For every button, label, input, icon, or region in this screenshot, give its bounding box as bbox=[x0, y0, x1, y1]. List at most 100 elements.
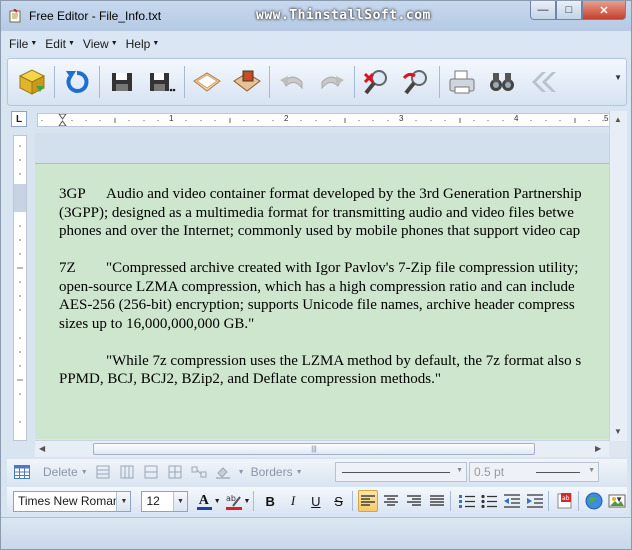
back-button[interactable] bbox=[522, 62, 562, 102]
printer-icon bbox=[449, 70, 475, 94]
align-left-icon bbox=[361, 495, 376, 506]
minimize-button[interactable]: — bbox=[530, 1, 556, 20]
vertical-scrollbar[interactable]: ▲ ▼ bbox=[609, 111, 627, 441]
scroll-up-icon[interactable]: ▲ bbox=[614, 115, 622, 124]
text-line: sizes up to 16,000,000,000 GB." bbox=[59, 315, 255, 332]
insert-row-icon[interactable] bbox=[94, 464, 112, 480]
menu-view-label: View bbox=[82, 36, 109, 51]
table-icon[interactable] bbox=[13, 464, 31, 480]
chevron-down-icon[interactable]: ▼ bbox=[116, 491, 131, 511]
bullet-list-button[interactable] bbox=[480, 490, 500, 512]
align-center-button[interactable] bbox=[381, 490, 401, 512]
double-chevron-left-icon bbox=[532, 72, 556, 92]
redo-button[interactable] bbox=[312, 62, 352, 102]
paragraph-7z: 7Z "Compressed archive created with Igor … bbox=[59, 259, 609, 333]
app-icon[interactable] bbox=[7, 8, 23, 24]
format-code: 7Z bbox=[59, 260, 76, 276]
cell-align-icon[interactable] bbox=[190, 464, 208, 480]
numbered-list-icon bbox=[458, 495, 475, 508]
toolbar-overflow-icon[interactable]: ▼ bbox=[614, 73, 622, 82]
undo-button[interactable] bbox=[272, 62, 312, 102]
borders-button[interactable]: ▼ Borders ▼ bbox=[238, 465, 303, 479]
find-button[interactable] bbox=[357, 62, 397, 102]
underline-button[interactable]: U bbox=[306, 490, 326, 512]
document-area[interactable]: 3GP Audio and video container format deve… bbox=[35, 133, 609, 439]
maximize-button[interactable]: □ bbox=[556, 1, 582, 20]
align-right-button[interactable] bbox=[404, 490, 424, 512]
toolbar-separator bbox=[354, 66, 355, 98]
delete-table-button[interactable]: Delete ▼ bbox=[43, 465, 88, 479]
format-code: 3GP bbox=[59, 186, 86, 202]
font-family-select[interactable]: Times New Roman ▼ bbox=[13, 490, 132, 512]
line-text: Audio and video container format develop… bbox=[106, 186, 582, 202]
find-next-button[interactable] bbox=[482, 62, 522, 102]
scroll-right-icon[interactable]: ▶ bbox=[595, 444, 601, 453]
justify-button[interactable] bbox=[427, 490, 447, 512]
scroll-down-icon[interactable]: ▼ bbox=[614, 427, 622, 436]
refresh-button[interactable] bbox=[57, 62, 97, 102]
open-file-button[interactable] bbox=[227, 62, 267, 102]
italic-icon: I bbox=[290, 493, 296, 508]
increase-indent-button[interactable] bbox=[525, 490, 545, 512]
highlight-button[interactable]: ab bbox=[224, 490, 244, 512]
tab-stop-selector[interactable]: L bbox=[11, 111, 27, 127]
print-button[interactable] bbox=[442, 62, 482, 102]
horizontal-scroll-thumb[interactable]: ||| bbox=[93, 443, 535, 455]
font-color-button[interactable]: A bbox=[194, 490, 214, 512]
toolbar-overflow-icon[interactable]: ▼ bbox=[615, 495, 623, 504]
insert-column-icon[interactable] bbox=[118, 464, 136, 480]
paragraph-7z-note: "While 7z compression uses the LZMA meth… bbox=[59, 352, 609, 389]
highlighter-icon: ab bbox=[225, 494, 242, 510]
justify-icon bbox=[429, 495, 444, 506]
open-file-icon bbox=[233, 70, 261, 92]
chevron-down-icon: ▼ bbox=[67, 40, 75, 47]
line-width-select[interactable]: 0.5 pt ▼ bbox=[469, 462, 599, 482]
horizontal-ruler[interactable]: 1 2 3 4 5 bbox=[37, 113, 612, 127]
align-center-icon bbox=[384, 495, 399, 506]
insert-link-button[interactable] bbox=[585, 490, 605, 512]
chevron-down-icon: ▼ bbox=[152, 40, 160, 47]
save-as-button[interactable] bbox=[142, 62, 182, 102]
increase-indent-icon bbox=[526, 494, 543, 508]
menu-view[interactable]: View ▼ bbox=[83, 37, 118, 51]
document-text[interactable]: 3GP Audio and video container format deve… bbox=[59, 185, 609, 407]
save-button[interactable] bbox=[102, 62, 142, 102]
horizontal-scrollbar[interactable]: ◀ ||| ▶ bbox=[35, 440, 609, 457]
line-style-select[interactable]: ▼ bbox=[335, 462, 467, 482]
toolbar-separator bbox=[253, 491, 255, 511]
chevron-down-icon: ▼ bbox=[588, 467, 595, 474]
decrease-indent-icon bbox=[504, 494, 521, 508]
promo-url: www.ThinstallSoft.com bbox=[256, 8, 431, 23]
italic-button[interactable]: I bbox=[283, 490, 303, 512]
chevron-down-icon[interactable]: ▼ bbox=[172, 491, 187, 511]
chevron-down-icon[interactable]: ▼ bbox=[243, 498, 250, 505]
new-document-button[interactable] bbox=[12, 62, 52, 102]
scroll-left-icon[interactable]: ◀ bbox=[39, 444, 45, 453]
menu-help[interactable]: Help ▼ bbox=[126, 37, 160, 51]
open-button[interactable] bbox=[187, 62, 227, 102]
menu-file[interactable]: File ▼ bbox=[9, 37, 37, 51]
text-line: "While 7z compression uses the LZMA meth… bbox=[59, 352, 609, 371]
align-left-button[interactable] bbox=[358, 490, 379, 512]
numbered-list-button[interactable] bbox=[457, 490, 477, 512]
replace-button[interactable] bbox=[397, 62, 437, 102]
spell-check-button[interactable]: ab bbox=[555, 490, 575, 512]
menu-edit[interactable]: Edit ▼ bbox=[45, 37, 75, 51]
table-toolbar: Delete ▼ ▼ Borders ▼ ▼ 0.5 pt ▼ bbox=[7, 459, 627, 485]
format-toolbar: Times New Roman ▼ 12 ▼ A ▼ ab ▼ B I U S ab… bbox=[7, 487, 627, 515]
decrease-indent-button[interactable] bbox=[502, 490, 522, 512]
minimize-icon: — bbox=[537, 4, 549, 16]
redo-icon bbox=[321, 76, 344, 90]
toolbar-separator bbox=[449, 491, 451, 511]
font-size-select[interactable]: 12 ▼ bbox=[141, 490, 188, 512]
line-width-preview bbox=[536, 472, 580, 473]
merge-cells-icon[interactable] bbox=[142, 464, 160, 480]
split-cells-icon[interactable] bbox=[166, 464, 184, 480]
bold-button[interactable]: B bbox=[260, 490, 280, 512]
fill-color-icon[interactable] bbox=[214, 464, 232, 480]
strikethrough-button[interactable]: S bbox=[329, 490, 349, 512]
new-document-icon bbox=[18, 69, 46, 95]
chevron-down-icon[interactable]: ▼ bbox=[214, 498, 221, 505]
scroll-corner bbox=[609, 441, 627, 457]
close-button[interactable]: ✕ bbox=[582, 1, 626, 20]
